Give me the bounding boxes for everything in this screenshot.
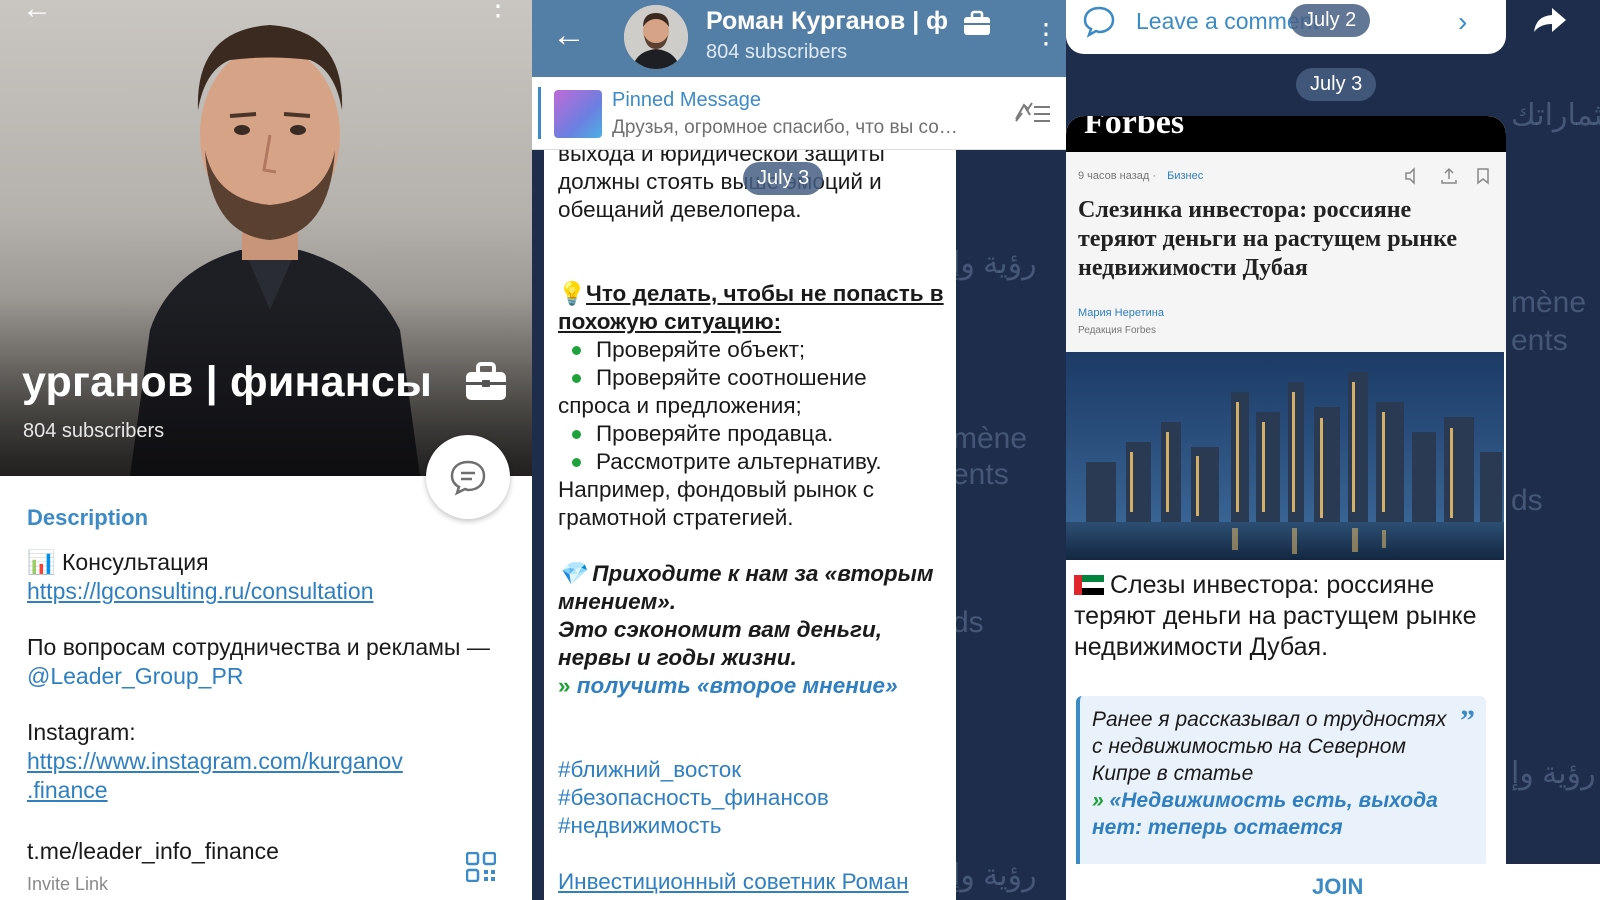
pr-mention-link[interactable]: @Leader_Group_PR <box>27 663 243 689</box>
back-arrow-icon[interactable]: ← <box>22 0 52 24</box>
chat-subscribers: 804 subscribers <box>706 41 848 63</box>
cooperation-text: По вопросам сотрудничества и рекламы — <box>27 634 490 660</box>
double-chevron-icon: » <box>1092 789 1104 812</box>
signature-link[interactable]: Инвестиционный советник Роман <box>558 868 950 896</box>
background-pattern-text: mène <box>952 422 1028 455</box>
forbes-post-panel: رؤية واضحة لاستثماراتك mène ents ds رؤية… <box>1066 0 1600 900</box>
date-pill: July 2 <box>1290 4 1371 37</box>
message-line: обещаний девелопера. <box>558 197 802 222</box>
share-forward-icon[interactable] <box>1526 0 1574 40</box>
quote-article-link[interactable]: «Недвижимость есть, выхода нет: теперь о… <box>1092 789 1438 839</box>
list-item: Проверяйте соотношение <box>558 364 950 392</box>
second-opinion-link[interactable]: получить «второе мнение» <box>577 673 898 698</box>
double-chevron-icon: » <box>558 673 571 698</box>
invite-link-label: Invite Link <box>27 874 109 894</box>
post-bubble: Forbes 9 часов назад · Бизнес Слезинка и… <box>1066 116 1506 900</box>
more-options-icon[interactable]: ⋮ <box>1032 20 1060 48</box>
join-bar[interactable]: JOIN <box>1066 864 1600 900</box>
quote-mark-icon: ” <box>1460 704 1475 737</box>
article-author-role: Редакция Forbes <box>1078 325 1156 336</box>
background-pattern-text: ds <box>952 606 984 639</box>
channel-avatar[interactable] <box>624 5 688 69</box>
instagram-link-cont[interactable]: .finance <box>27 777 108 803</box>
back-arrow-icon[interactable]: ← <box>552 16 586 55</box>
dubai-skyline-image <box>1066 352 1504 560</box>
message-text: выхода и юридической защиты должны стоят… <box>558 140 950 896</box>
article-screenshot: 9 часов назад · Бизнес Слезинка инвестор… <box>1066 152 1506 352</box>
article-title: Слезинка инвестора: россияне теряют день… <box>1078 197 1457 281</box>
background-pattern-text: ents <box>1511 324 1568 357</box>
hashtag-link[interactable]: #недвижимость <box>558 812 950 840</box>
channel-description: 📊 Консультация https://lgconsulting.ru/c… <box>27 548 507 832</box>
avatar-photo <box>624 5 688 69</box>
cta-text: Приходите к нам за «вторым мнением». <box>558 561 934 614</box>
lightbulb-icon: 💡 <box>558 281 587 306</box>
chat-title[interactable]: Роман Курганов | ф <box>706 7 966 36</box>
channel-title: урганов | финансы <box>22 358 432 406</box>
tips-list: Проверяйте объект; Проверяйте соотношени… <box>558 336 950 392</box>
background-pattern-text: mène <box>1511 286 1587 319</box>
channel-chat-panel: رؤية وإ mène ents ds رؤية وإ выхода и юр… <box>532 0 1066 900</box>
forbes-logo: Forbes <box>1084 116 1185 141</box>
briefcase-icon <box>466 362 506 400</box>
article-toolbar-icons <box>1405 167 1489 185</box>
pinned-text: Друзья, огромное спасибо, что вы со… <box>612 117 958 138</box>
pinned-list-icon[interactable] <box>1012 99 1052 127</box>
article-time: 9 часов назад <box>1078 170 1150 182</box>
chevron-right-icon: › <box>1458 6 1468 37</box>
pinned-thumbnail <box>554 90 602 138</box>
tip-heading: Что делать, чтобы не попасть в похожую с… <box>558 281 944 334</box>
date-pill: July 3 <box>1296 68 1377 101</box>
invite-link[interactable]: t.me/leader_info_finance <box>27 838 279 865</box>
more-options-icon[interactable]: ⋮ <box>484 0 512 20</box>
consultation-label: 📊 Консультация <box>27 549 209 575</box>
background-pattern-text: رؤية واضحة لاستثماراتك <box>1511 99 1600 132</box>
message-bubble: выхода и юридической защиты должны стоят… <box>544 141 956 900</box>
qr-code-icon[interactable] <box>466 852 496 882</box>
article-author: Мария Неретина <box>1078 307 1164 319</box>
date-pill: July 3 <box>743 162 824 195</box>
join-button[interactable]: JOIN <box>1312 874 1363 900</box>
briefcase-icon <box>964 10 990 35</box>
comment-icon <box>1083 6 1115 38</box>
uae-flag-icon <box>1074 575 1104 595</box>
list-item: Рассмотрите альтернативу. <box>558 448 950 476</box>
gem-icon: 💎 <box>558 561 587 586</box>
list-item: Проверяйте объект; <box>558 336 950 364</box>
instagram-link[interactable]: https://www.instagram.com/kurganov <box>27 748 403 774</box>
background-pattern-text: ds <box>1511 484 1543 517</box>
quote-text: Ранее я рассказывал о трудностях с недви… <box>1092 708 1447 785</box>
list-item-cont: спроса и предложения; <box>558 393 802 418</box>
discussion-button[interactable] <box>426 435 510 519</box>
consultation-link[interactable]: https://lgconsulting.ru/consultation <box>27 578 373 604</box>
alternative-text: Например, фондовый рынок с грамотной стр… <box>558 477 875 530</box>
background-pattern-text: ents <box>952 458 1009 491</box>
cta-text-2: Это сэкономит вам деньги, нервы и годы ж… <box>558 617 883 670</box>
background-pattern-text: رؤية وإ <box>952 247 1037 280</box>
chat-bubble-icon <box>450 460 486 496</box>
list-item: Проверяйте продавца. <box>558 420 950 448</box>
instagram-label: Instagram: <box>27 719 136 745</box>
pinned-title: Pinned Message <box>612 89 761 111</box>
description-heading: Description <box>27 505 149 530</box>
leave-comment-bar[interactable]: Leave a comment › <box>1066 0 1506 54</box>
article-category: Бизнес <box>1167 170 1204 182</box>
background-pattern-text: رؤية وإ <box>952 859 1037 892</box>
channel-profile-panel: ← ⋮ урганов | финансы 804 subscribers De… <box>0 0 532 900</box>
hashtag-link[interactable]: #безопасность_финансов <box>558 784 950 812</box>
channel-subscribers: 804 subscribers <box>23 420 165 442</box>
post-title: Слезы инвестора: россияне теряют деньги … <box>1074 570 1494 663</box>
background-pattern-text: رؤية وإ <box>1511 757 1596 790</box>
channel-cover-photo: ← ⋮ урганов | финансы 804 subscribers <box>0 0 532 476</box>
hashtag-link[interactable]: #ближний_восток <box>558 756 950 784</box>
post-title-text: Слезы инвестора: россияне теряют деньги … <box>1074 571 1477 661</box>
chat-header: ← Роман Курганов | ф 804 subscribers ⋮ <box>532 0 1066 77</box>
pinned-message-bar[interactable]: Pinned Message Друзья, огромное спасибо,… <box>532 77 1066 150</box>
